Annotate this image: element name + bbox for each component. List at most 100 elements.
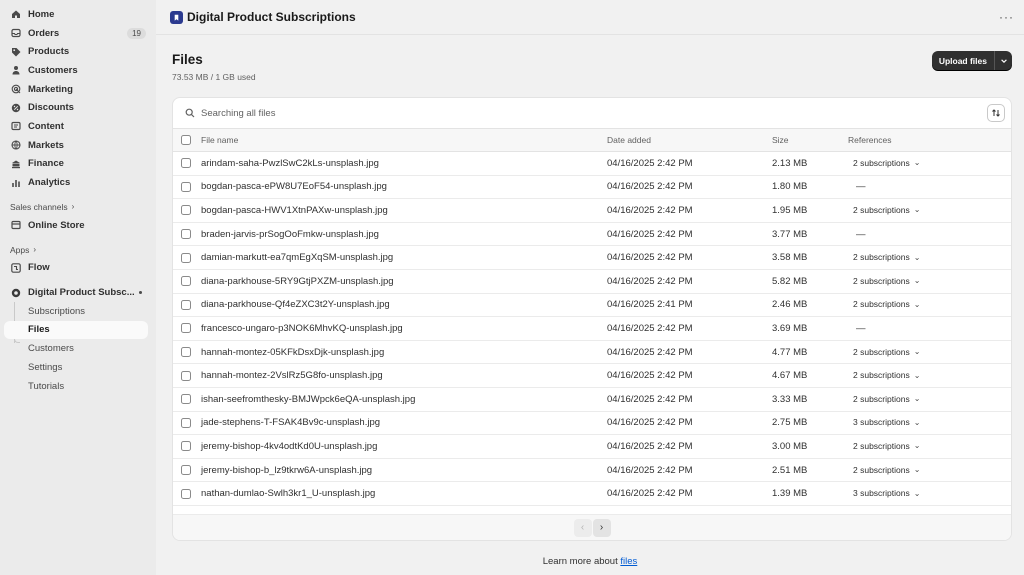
next-page-button[interactable]: › <box>592 518 611 537</box>
references-dropdown[interactable]: 2 subscriptions ⌄ <box>848 465 920 475</box>
row-checkbox[interactable] <box>181 488 191 499</box>
table-row[interactable]: jeremy-bishop-b_lz9tkrw6A-unsplash.jpg 04… <box>173 458 1011 483</box>
table-row[interactable]: hannah-montez-05KFkDsxDjk-unsplash.jpg 04… <box>173 340 1011 365</box>
references-cell: 2 subscriptions ⌄ <box>848 363 1011 388</box>
references-dropdown[interactable]: 3 subscriptions ⌄ <box>848 488 920 498</box>
table-row[interactable]: francesco-ungaro-p3NOK6MhvKQ-unsplash.jp… <box>173 316 1011 341</box>
row-checkbox[interactable] <box>181 181 191 192</box>
file-name[interactable]: bogdan-pasca-HWV1XtnPAXw-unsplash.jpg <box>201 198 607 223</box>
references-dropdown[interactable]: 2 subscriptions ⌄ <box>848 252 920 262</box>
table-row[interactable]: diana-parkhouse-5RY9GtjPXZM-unsplash.jpg… <box>173 269 1011 294</box>
sort-button[interactable] <box>987 104 1005 122</box>
upload-files-button-group: Upload files <box>931 51 1012 70</box>
apps-header[interactable]: Apps › <box>0 241 156 259</box>
references-dropdown[interactable]: 2 subscriptions ⌄ <box>848 205 920 215</box>
sidebar-item-markets[interactable]: Markets <box>0 136 156 155</box>
sidebar-item-customers[interactable]: Customers <box>0 61 156 80</box>
row-checkbox[interactable] <box>181 276 191 287</box>
row-checkbox[interactable] <box>181 347 191 358</box>
sales-channels-header[interactable]: Sales channels › <box>0 198 156 216</box>
file-name[interactable]: jade-stephens-T-FSAK4Bv9c-unsplash.jpg <box>201 411 607 436</box>
file-name[interactable]: francesco-ungaro-p3NOK6MhvKQ-unsplash.jp… <box>201 316 607 341</box>
file-name[interactable]: diana-parkhouse-Qf4eZXC3t2Y-unsplash.jpg <box>201 293 607 318</box>
previous-page-button[interactable]: ‹ <box>573 518 592 537</box>
column-header-name: File name <box>201 128 607 152</box>
file-name[interactable]: jeremy-bishop-b_lz9tkrw6A-unsplash.jpg <box>201 458 607 483</box>
references-cell: 2 subscriptions ⌄ <box>848 269 1011 294</box>
row-checkbox[interactable] <box>181 299 191 310</box>
row-checkbox[interactable] <box>181 465 191 476</box>
sidebar-subitem-files[interactable]: Files <box>4 320 148 340</box>
date-added: 04/16/2025 2:42 PM <box>607 316 772 341</box>
table-row[interactable]: damian-markutt-ea7qmEgXqSM-unsplash.jpg 0… <box>173 245 1011 270</box>
table-row[interactable]: jeremy-bishop-4kv4odtKd0U-unsplash.jpg 04… <box>173 434 1011 459</box>
file-name[interactable]: nathan-dumlao-Swlh3kr1_U-unsplash.jpg <box>201 481 607 506</box>
upload-files-button[interactable]: Upload files <box>932 51 995 70</box>
row-checkbox[interactable] <box>181 229 191 240</box>
more-actions-icon[interactable]: ··· <box>999 10 1014 24</box>
file-name[interactable]: damian-markutt-ea7qmEgXqSM-unsplash.jpg <box>201 245 607 270</box>
file-name[interactable]: braden-jarvis-prSogOoFmkw-unsplash.jpg <box>201 222 607 247</box>
references-dropdown[interactable]: 2 subscriptions ⌄ <box>848 394 920 404</box>
file-name[interactable]: ishan-seefromthesky-BMJWpck6eQA-unsplash… <box>201 387 607 412</box>
sidebar-item-home[interactable]: Home <box>0 5 156 24</box>
row-checkbox[interactable] <box>181 370 191 381</box>
row-checkbox[interactable] <box>181 441 191 452</box>
sidebar-item-discounts[interactable]: Discounts <box>0 98 156 117</box>
file-name[interactable]: hannah-montez-05KFkDsxDjk-unsplash.jpg <box>201 340 607 365</box>
references-dropdown[interactable]: 2 subscriptions ⌄ <box>848 370 920 380</box>
sidebar-item-orders[interactable]: Orders 19 <box>0 24 156 43</box>
table-row[interactable]: hannah-montez-2VslRz5G8fo-unsplash.jpg 04… <box>173 363 1011 388</box>
search-input[interactable]: Searching all files <box>201 108 275 119</box>
chevron-down-icon: ⌄ <box>913 488 921 498</box>
row-checkbox[interactable] <box>181 323 191 334</box>
references-dropdown[interactable]: 2 subscriptions ⌄ <box>848 158 920 168</box>
sidebar-subitem-subscriptions[interactable]: Subscriptions <box>0 302 156 321</box>
sidebar-item-app[interactable]: Digital Product Subsc... <box>0 283 156 302</box>
column-header-date: Date added <box>607 128 772 152</box>
row-checkbox[interactable] <box>181 394 191 405</box>
sidebar-subitem-settings[interactable]: Settings <box>0 358 156 377</box>
references-dropdown[interactable]: 2 subscriptions ⌄ <box>848 441 920 451</box>
column-header-references: References <box>848 128 1011 152</box>
file-name[interactable]: diana-parkhouse-5RY9GtjPXZM-unsplash.jpg <box>201 269 607 294</box>
sidebar-item-content[interactable]: Content <box>0 117 156 136</box>
references-dropdown[interactable]: 2 subscriptions ⌄ <box>848 347 920 357</box>
learn-more-link[interactable]: files <box>620 556 637 567</box>
sidebar-item-products[interactable]: Products <box>0 42 156 61</box>
file-name[interactable]: jeremy-bishop-4kv4odtKd0U-unsplash.jpg <box>201 434 607 459</box>
table-row[interactable]: nathan-dumlao-Swlh3kr1_U-unsplash.jpg 04/… <box>173 481 1011 506</box>
references-dropdown[interactable]: 3 subscriptions ⌄ <box>848 417 920 427</box>
file-name[interactable]: arindam-saha-PwzlSwC2kLs-unsplash.jpg <box>201 151 607 176</box>
file-name[interactable]: hannah-montez-2VslRz5G8fo-unsplash.jpg <box>201 363 607 388</box>
sidebar-item-marketing[interactable]: Marketing <box>0 80 156 99</box>
references-cell: 2 subscriptions ⌄ <box>848 387 1011 412</box>
table-row[interactable]: bogdan-pasca-HWV1XtnPAXw-unsplash.jpg 04/… <box>173 198 1011 223</box>
references-dropdown[interactable]: 2 subscriptions ⌄ <box>848 299 920 309</box>
references-dropdown[interactable]: 2 subscriptions ⌄ <box>848 276 920 286</box>
search-bar[interactable]: Searching all files <box>173 98 1011 128</box>
row-checkbox[interactable] <box>181 417 191 428</box>
table-row[interactable]: diana-parkhouse-Qf4eZXC3t2Y-unsplash.jpg… <box>173 293 1011 318</box>
table-row[interactable]: arindam-saha-PwzlSwC2kLs-unsplash.jpg 04/… <box>173 151 1011 176</box>
table-row[interactable]: braden-jarvis-prSogOoFmkw-unsplash.jpg 04… <box>173 222 1011 247</box>
row-checkbox[interactable] <box>181 158 191 169</box>
sidebar-item-finance[interactable]: Finance <box>0 155 156 174</box>
file-name[interactable]: bogdan-pasca-ePW8U7EoF54-unsplash.jpg <box>201 175 607 200</box>
table-row[interactable]: ishan-seefromthesky-BMJWpck6eQA-unsplash… <box>173 387 1011 412</box>
sidebar-item-flow[interactable]: Flow <box>0 259 156 278</box>
row-select-cell <box>173 222 201 247</box>
row-checkbox[interactable] <box>181 205 191 216</box>
sidebar-item-analytics[interactable]: Analytics <box>0 173 156 192</box>
sidebar-subitem-tutorials[interactable]: Tutorials <box>0 377 156 396</box>
pin-dot-icon <box>139 291 142 295</box>
no-references: — <box>856 181 866 193</box>
upload-options-button[interactable] <box>995 51 1012 70</box>
sidebar-subitem-customers[interactable]: Customers <box>0 339 156 358</box>
sidebar-item-online-store[interactable]: Online Store <box>0 216 156 235</box>
table-row[interactable]: bogdan-pasca-ePW8U7EoF54-unsplash.jpg 04/… <box>173 175 1011 200</box>
row-checkbox[interactable] <box>181 252 191 263</box>
select-all-checkbox[interactable] <box>181 135 191 145</box>
file-size: 2.46 MB <box>772 293 848 318</box>
table-row[interactable]: jade-stephens-T-FSAK4Bv9c-unsplash.jpg 04… <box>173 411 1011 436</box>
